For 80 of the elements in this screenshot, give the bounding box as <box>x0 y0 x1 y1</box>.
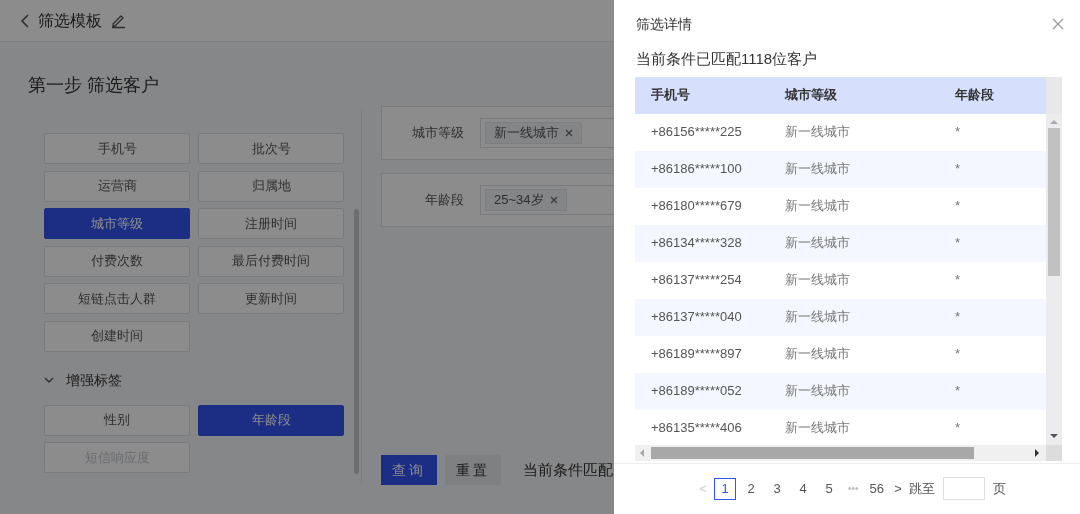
table-cell-text: +86134*****328 <box>650 234 743 253</box>
table-cell-text: * <box>954 419 962 438</box>
table-cell-text: 新一线城市 <box>784 308 851 327</box>
scrollbar-thumb[interactable] <box>651 446 974 459</box>
page-button[interactable]: 56 <box>866 479 887 499</box>
condition-label: 城市等级 <box>411 124 465 143</box>
chevron-down-icon[interactable] <box>44 376 54 384</box>
selected-tag: 25~34岁 <box>485 189 567 211</box>
ellipsis: ••• <box>847 482 860 497</box>
jump-label: 跳至 <box>909 480 935 498</box>
reset-button[interactable]: 重置 <box>445 455 501 485</box>
tag-button[interactable]: 付费次数 <box>44 245 190 277</box>
tag-button[interactable]: 创建时间 <box>44 320 190 352</box>
table-cell-text: +86189*****897 <box>650 345 743 364</box>
next-page-button[interactable]: > <box>891 479 905 499</box>
table-cell-text: +86135*****406 <box>650 419 743 438</box>
tag-button[interactable]: 更新时间 <box>198 283 344 314</box>
table-cell-text: * <box>954 271 962 290</box>
tag-button[interactable]: 归属地 <box>198 170 344 202</box>
tag-button[interactable]: 性别 <box>44 404 190 436</box>
page-button[interactable]: 5 <box>818 477 840 500</box>
table-cell-text: * <box>954 123 962 142</box>
table-cell-text: 新一线城市 <box>784 197 851 216</box>
table-cell-text: +86180*****679 <box>650 197 743 216</box>
column-header: 手机号 <box>650 86 691 105</box>
table-cell-text: * <box>954 382 962 401</box>
table-cell-text: +86156*****225 <box>650 123 743 142</box>
table-cell-text: * <box>954 308 962 327</box>
table-cell-text: * <box>954 160 962 179</box>
table-cell-text: 新一线城市 <box>784 271 851 290</box>
select-field[interactable]: 25~34岁 <box>480 185 614 215</box>
close-icon[interactable] <box>565 129 573 137</box>
scroll-down-icon[interactable] <box>1050 433 1058 439</box>
tag-button[interactable]: 最后付费时间 <box>198 245 344 277</box>
tag-button[interactable]: 城市等级 <box>44 208 190 239</box>
tag-button[interactable]: 运营商 <box>44 170 190 202</box>
drawer-title: 筛选详情 <box>636 14 692 34</box>
page-button[interactable]: 4 <box>792 477 814 500</box>
table-cell-text: +86189*****052 <box>650 382 743 401</box>
table-cell-text: +86137*****254 <box>650 271 743 290</box>
column-header: 年龄段 <box>954 86 995 105</box>
scrollbar[interactable] <box>354 209 359 474</box>
table-cell-text: 新一线城市 <box>784 234 851 253</box>
step-title: 第一步 筛选客户 <box>28 74 160 97</box>
close-icon[interactable] <box>1052 18 1064 30</box>
tag-button[interactable]: 年龄段 <box>198 404 344 436</box>
query-button[interactable]: 查询 <box>381 455 437 485</box>
table-cell-text: 新一线城市 <box>784 382 851 401</box>
scrollbar-header-filler <box>1046 76 1062 114</box>
scrollbar-thumb[interactable] <box>1048 127 1060 276</box>
scroll-left-icon[interactable] <box>639 448 644 457</box>
tag-button[interactable]: 批次号 <box>198 133 344 164</box>
table-cell-text: +86137*****040 <box>650 308 743 327</box>
page-unit: 页 <box>993 480 1006 498</box>
match-text: 当前条件匹配 <box>523 459 613 480</box>
scroll-right-icon[interactable] <box>1035 448 1040 457</box>
table-cell-text: * <box>954 345 962 364</box>
page-title: 筛选模板 <box>38 10 102 31</box>
table-cell-text: * <box>954 197 962 216</box>
table-cell-text: +86186*****100 <box>650 160 743 179</box>
scroll-up-icon[interactable] <box>1050 118 1058 124</box>
page-button[interactable]: 2 <box>740 477 762 500</box>
page-input[interactable] <box>943 477 985 501</box>
group-title: 增强标签 <box>66 370 122 390</box>
column-header: 城市等级 <box>783 86 838 105</box>
table-cell-text: 新一线城市 <box>784 419 851 438</box>
tag-button[interactable]: 手机号 <box>44 133 190 164</box>
match-summary: 当前条件已匹配1118位客户 <box>635 49 819 69</box>
tag-button[interactable]: 注册时间 <box>198 208 344 239</box>
vertical-scrollbar[interactable] <box>1046 76 1062 445</box>
back-icon[interactable] <box>20 12 30 29</box>
table-cell-text: 新一线城市 <box>784 345 851 364</box>
table-cell-text: 新一线城市 <box>784 123 851 142</box>
tag-button[interactable]: 短链点击人群 <box>44 283 190 314</box>
page-button[interactable]: 1 <box>714 477 736 500</box>
table-cell-text: * <box>954 234 962 253</box>
table-cell-text: 新一线城市 <box>784 160 851 179</box>
close-icon[interactable] <box>549 196 558 204</box>
condition-label: 年龄段 <box>424 191 465 210</box>
page-button[interactable]: 3 <box>766 477 788 500</box>
